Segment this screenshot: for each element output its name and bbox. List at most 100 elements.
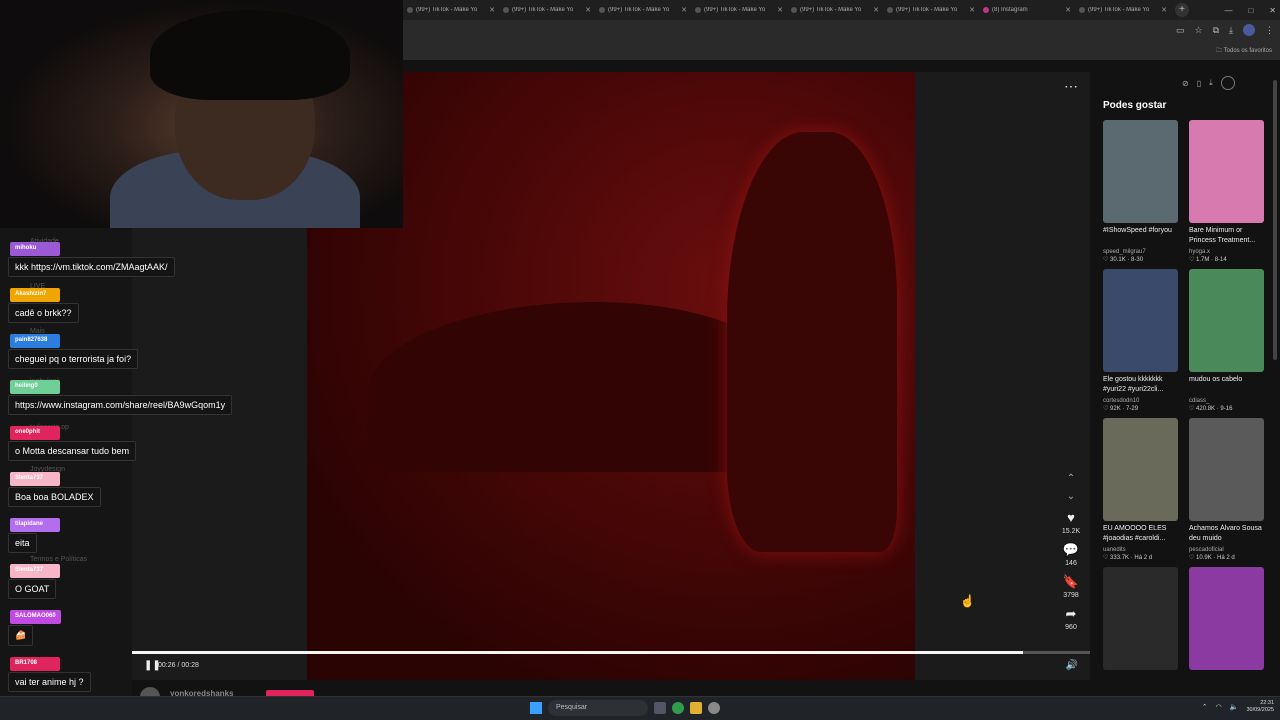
- tab-close-icon[interactable]: ✕: [489, 6, 495, 14]
- suggestion-author[interactable]: speed_milgrau7: [1103, 249, 1178, 255]
- browser-tab[interactable]: (99+) TikTok - Make Yo ✕: [787, 0, 883, 20]
- suggestion-card[interactable]: [1103, 567, 1178, 670]
- settings-gear-icon[interactable]: [708, 702, 720, 714]
- tab-title: (99+) TikTok - Make Yo: [416, 7, 478, 13]
- video-frame-figure-shape: [727, 132, 897, 552]
- profile-avatar[interactable]: [1243, 24, 1255, 36]
- suggestion-author[interactable]: pescadoficial: [1189, 547, 1264, 553]
- compass-icon[interactable]: ⊘: [1182, 79, 1189, 88]
- volume-icon[interactable]: 🔊: [1066, 660, 1078, 671]
- video-progress-fill: [132, 651, 1023, 654]
- browser-tab[interactable]: (99+) TikTok - Make Yo ✕: [1075, 0, 1171, 20]
- chrome-icon[interactable]: [672, 702, 684, 714]
- webcam-hair: [150, 10, 350, 100]
- tab-close-icon[interactable]: ✕: [969, 6, 975, 14]
- chat-username: pain827638: [10, 334, 60, 348]
- profile-circle-icon[interactable]: [1220, 76, 1235, 90]
- task-view-icon[interactable]: [654, 702, 666, 714]
- cast-icon[interactable]: ▭: [1176, 25, 1185, 36]
- suggestion-card[interactable]: Ele gostou kkkkkkk #yuri22 #yuri22cli...…: [1103, 269, 1178, 412]
- tab-title: (99+) TikTok - Make Yo: [704, 7, 766, 13]
- suggestion-thumbnail[interactable]: [1103, 269, 1178, 372]
- browser-tab[interactable]: (99+) TikTok - Make Yo ✕: [499, 0, 595, 20]
- system-tray: ⌃ ◠ 🔈 22:31 30/09/2025: [1202, 700, 1274, 714]
- menu-icon[interactable]: ⋮: [1265, 25, 1274, 36]
- action-column: ♥ 15.2K 💬 146 🔖 3798 ➦ 960: [1056, 510, 1086, 638]
- tab-close-icon[interactable]: ✕: [681, 6, 687, 14]
- chat-text: Boa boa BOLADEX: [8, 487, 101, 507]
- suggestion-stats: ♡ 420.8K · 9-16: [1189, 406, 1233, 412]
- file-explorer-icon[interactable]: [690, 702, 702, 714]
- close-icon[interactable]: ✕: [1269, 6, 1276, 15]
- phone-icon[interactable]: ▯: [1197, 79, 1201, 88]
- suggestion-author[interactable]: cortesdodn10: [1103, 398, 1178, 404]
- chat-message: tilapidane eita: [8, 512, 248, 553]
- new-tab-button[interactable]: +: [1175, 3, 1189, 17]
- minimize-icon[interactable]: —: [1224, 6, 1232, 15]
- suggestion-thumbnail[interactable]: [1189, 269, 1264, 372]
- like-heart-icon[interactable]: ♥: [1067, 510, 1075, 526]
- download-icon[interactable]: ⤓: [1229, 25, 1233, 36]
- suggestions-tools: ⊘ ▯ ⤓: [1182, 76, 1235, 90]
- suggestion-card[interactable]: EU AMOOOO ELES #joaodias #caroldi... uane…: [1103, 418, 1178, 561]
- suggestion-author[interactable]: uanedits: [1103, 547, 1178, 553]
- suggestion-thumbnail[interactable]: [1103, 567, 1178, 670]
- browser-tab[interactable]: (8) Instagram ✕: [979, 0, 1075, 20]
- browser-tab[interactable]: (99+) TikTok - Make Yo ✕: [883, 0, 979, 20]
- taskbar-search[interactable]: Pesquisar: [548, 700, 648, 716]
- suggestion-thumbnail[interactable]: [1189, 567, 1264, 670]
- more-options-icon[interactable]: ⋯: [1064, 78, 1078, 95]
- tab-close-icon[interactable]: ✕: [1065, 6, 1071, 14]
- chat-username: SALOMAO060: [10, 610, 61, 624]
- save-bookmark-icon[interactable]: 🔖: [1063, 574, 1079, 590]
- suggestion-author[interactable]: hyoga.x: [1189, 249, 1264, 255]
- previous-video-icon[interactable]: ⌃: [1064, 470, 1078, 488]
- video-progress-bar[interactable]: [132, 651, 1090, 654]
- speaker-icon[interactable]: 🔈: [1230, 703, 1239, 711]
- clock[interactable]: 22:31 30/09/2025: [1246, 700, 1274, 714]
- browser-tab[interactable]: (99+) TikTok - Make Yo ✕: [595, 0, 691, 20]
- suggestion-thumbnail[interactable]: [1189, 418, 1264, 521]
- tab-close-icon[interactable]: ✕: [585, 6, 591, 14]
- suggestion-card[interactable]: Bare Minimum or Princess Treatment... hyo…: [1189, 120, 1264, 263]
- tab-close-icon[interactable]: ✕: [1161, 6, 1167, 14]
- page-scrollbar[interactable]: [1273, 80, 1277, 360]
- clock-time: 22:31: [1260, 700, 1274, 706]
- tiktok-icon: [407, 7, 413, 13]
- next-video-icon[interactable]: ⌄: [1064, 488, 1078, 506]
- suggestion-title: EU AMOOOO ELES #joaodias #caroldi...: [1103, 525, 1167, 542]
- chat-text: vai ter anime hj ?: [8, 672, 91, 692]
- chat-text: cheguei pq o terrorista ja foi?: [8, 349, 139, 369]
- extensions-icon[interactable]: ⧉: [1213, 25, 1219, 36]
- browser-tab[interactable]: (99+) TikTok - Make Yo ✕: [403, 0, 499, 20]
- suggestion-card[interactable]: [1189, 567, 1264, 670]
- chat-message: Slenta737 O GOAT: [8, 558, 248, 599]
- suggestion-thumbnail[interactable]: [1103, 418, 1178, 521]
- suggestion-thumbnail[interactable]: [1189, 120, 1264, 223]
- windows-start-icon[interactable]: [530, 702, 542, 714]
- chat-text: o Motta descansar tudo bem: [8, 441, 137, 461]
- maximize-icon[interactable]: □: [1248, 6, 1253, 15]
- suggestion-card[interactable]: mudou os cabelo cdiass_ ♡ 420.8K · 9-16: [1189, 269, 1264, 412]
- suggestion-title: Bare Minimum or Princess Treatment...: [1189, 227, 1256, 244]
- browser-tab[interactable]: (99+) TikTok - Make Yo ✕: [691, 0, 787, 20]
- download-app-icon[interactable]: ⤓: [1209, 78, 1213, 88]
- suggestion-card[interactable]: Achamos Álvaro Sousa deu muido pescadofic…: [1189, 418, 1264, 561]
- suggestion-card[interactable]: #IShowSpeed #foryou speed_milgrau7 ♡ 30.1K…: [1103, 120, 1178, 263]
- tray-chevron-icon[interactable]: ⌃: [1202, 703, 1208, 711]
- tab-close-icon[interactable]: ✕: [777, 6, 783, 14]
- chat-message: SALOMAO060 🍰: [8, 604, 248, 646]
- wifi-icon[interactable]: ◠: [1216, 703, 1222, 711]
- tab-close-icon[interactable]: ✕: [873, 6, 879, 14]
- bookmark-star-icon[interactable]: ☆: [1195, 25, 1203, 36]
- chat-username: mihoku: [10, 242, 60, 256]
- all-bookmarks-link[interactable]: 🗀 Todos os favoritos: [1216, 46, 1272, 56]
- comment-icon[interactable]: 💬: [1063, 542, 1079, 558]
- chat-username: Slenta737: [10, 472, 60, 486]
- chat-message: Akashizin7 cadê o brkk??: [8, 282, 248, 323]
- suggestion-stats: ♡ 92K · 7-29: [1103, 406, 1139, 412]
- chat-username: BR1708: [10, 657, 60, 671]
- share-icon[interactable]: ➦: [1066, 606, 1077, 622]
- suggestion-thumbnail[interactable]: [1103, 120, 1178, 223]
- suggestion-author[interactable]: cdiass_: [1189, 398, 1264, 404]
